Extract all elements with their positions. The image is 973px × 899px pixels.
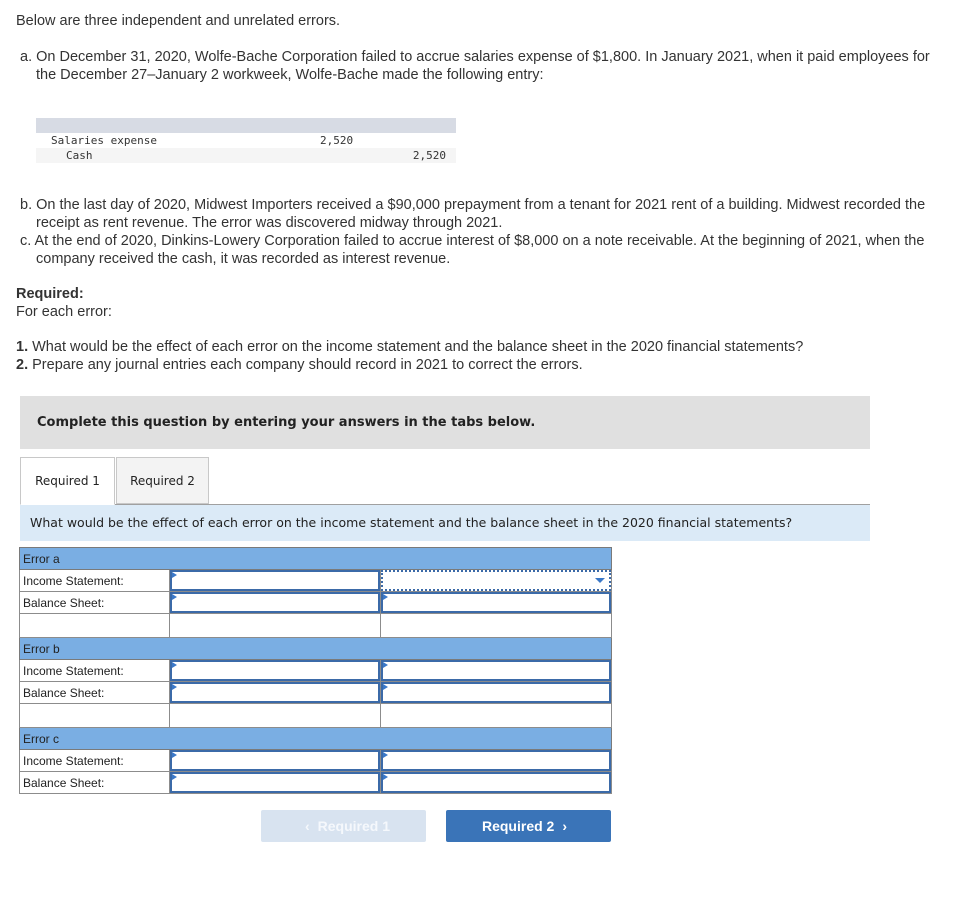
table-row: Income Statement:: [19, 569, 612, 592]
flag-icon: [171, 752, 177, 758]
section-header-error-a: Error a: [19, 547, 612, 570]
table-row: Balance Sheet:: [19, 591, 612, 614]
dropdown-arrow-icon[interactable]: [595, 578, 605, 583]
required-subheading: For each error:: [16, 304, 112, 320]
section-header-error-c: Error c: [19, 727, 612, 750]
journal-header: [36, 118, 456, 133]
error-a-description: a. On December 31, 2020, Wolfe-Bache Cor…: [20, 49, 930, 83]
error-b-income-statement-input-2[interactable]: [381, 660, 611, 681]
error-b-balance-sheet-input-2[interactable]: [381, 682, 611, 703]
table-row: Income Statement:: [19, 659, 612, 682]
chevron-right-icon: ›: [562, 818, 568, 834]
error-c-income-statement-input-2[interactable]: [381, 750, 611, 771]
error-c-balance-sheet-input-2[interactable]: [381, 772, 611, 793]
previous-button[interactable]: ‹ Required 1: [261, 810, 426, 842]
question-prompt: What would be the effect of each error o…: [20, 505, 870, 541]
required-item-2: 2. Prepare any journal entries each comp…: [16, 357, 583, 373]
instructions-banner: Complete this question by entering your …: [20, 396, 870, 449]
journal-row: Salaries expense 2,520: [51, 134, 354, 147]
table-row: Balance Sheet:: [19, 771, 612, 794]
error-c-balance-sheet-input-1[interactable]: [169, 772, 381, 793]
flag-icon: [383, 684, 389, 690]
error-b-description: b. On the last day of 2020, Midwest Impo…: [20, 197, 926, 231]
tab-required-1[interactable]: Required 1: [20, 457, 115, 505]
error-a-income-statement-input-1[interactable]: [169, 570, 381, 591]
error-a-balance-sheet-input-2[interactable]: [381, 592, 611, 613]
flag-icon: [171, 594, 177, 600]
table-row: Balance Sheet:: [19, 681, 612, 704]
journal-entry-table: Salaries expense 2,520 Cash 2,520: [36, 118, 456, 163]
chevron-left-icon: ‹: [304, 818, 310, 834]
section-header-error-b: Error b: [19, 637, 612, 660]
spacer-row: [19, 613, 612, 638]
flag-icon: [383, 774, 389, 780]
flag-icon: [383, 662, 389, 668]
flag-icon: [383, 594, 389, 600]
table-row: Income Statement:: [19, 749, 612, 772]
intro-text: Below are three independent and unrelate…: [16, 13, 341, 29]
journal-row: Cash 2,520: [36, 148, 456, 163]
error-b-income-statement-input-1[interactable]: [169, 660, 381, 681]
required-heading: Required:: [16, 286, 84, 302]
flag-icon: [171, 684, 177, 690]
error-c-income-statement-input-1[interactable]: [169, 750, 381, 771]
tab-required-2[interactable]: Required 2: [116, 457, 209, 504]
error-b-balance-sheet-input-1[interactable]: [169, 682, 381, 703]
flag-icon: [171, 774, 177, 780]
error-a-balance-sheet-input-1[interactable]: [169, 592, 381, 613]
spacer-row: [19, 703, 612, 728]
flag-icon: [171, 662, 177, 668]
next-button[interactable]: Required 2 ›: [446, 810, 611, 842]
error-c-description: c. At the end of 2020, Dinkins-Lowery Co…: [20, 233, 925, 267]
flag-icon: [171, 572, 177, 578]
answer-grid: Error a Income Statement: Balance Sheet:…: [19, 547, 612, 794]
flag-icon: [383, 752, 389, 758]
error-a-income-statement-select[interactable]: [381, 570, 611, 591]
required-item-1: 1. What would be the effect of each erro…: [16, 339, 804, 355]
